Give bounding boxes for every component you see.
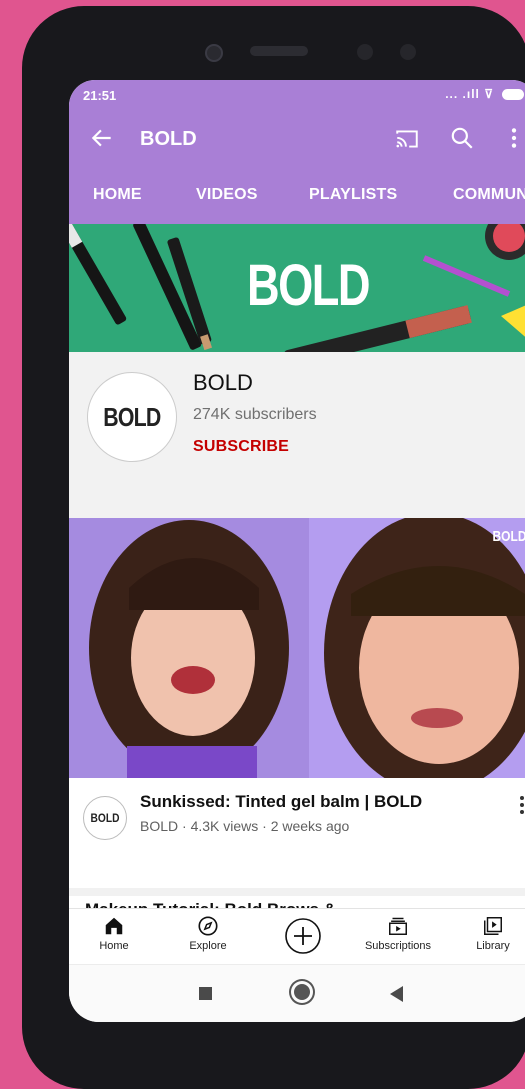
channel-name: BOLD (193, 370, 253, 395)
thumbnail-badge: BOLD (492, 528, 525, 545)
nav-subscriptions-label: Subscriptions (364, 940, 432, 952)
nav-explore[interactable]: Explore (163, 909, 253, 965)
channel-header: BOLD BOLD 274K subscribers SUBSCRIBE (69, 352, 525, 518)
battery-icon (502, 89, 524, 100)
tab-community[interactable]: COMMUN (453, 186, 525, 204)
nav-subscriptions[interactable]: Subscriptions (353, 909, 443, 965)
recents-icon[interactable] (199, 987, 212, 1000)
home-button-icon[interactable] (294, 984, 310, 1000)
channel-banner: BOLD (69, 224, 525, 352)
earpiece (250, 46, 308, 56)
more-vert-icon[interactable] (501, 125, 525, 151)
tab-playlists[interactable]: PLAYLISTS (309, 186, 397, 204)
status-time: 21:51 (83, 88, 117, 103)
banner-logo-text: BOLD (247, 253, 370, 318)
library-icon (484, 917, 502, 935)
avatar-logo-text: BOLD (103, 401, 161, 432)
phone-frame: 21:51 ... .ıll ⊽ BOLD HOME VIDEOS PLAYLI… (22, 6, 525, 1089)
video-title[interactable]: Sunkissed: Tinted gel balm | BOLD (140, 792, 422, 812)
nav-library[interactable]: Library (448, 909, 525, 965)
nav-home-label: Home (99, 940, 129, 952)
channel-avatar[interactable]: BOLD (87, 372, 177, 462)
video-channel-avatar[interactable]: BOLD (83, 796, 127, 840)
app-bar: BOLD (69, 112, 525, 170)
front-camera (205, 44, 223, 62)
channel-tabs: HOME VIDEOS PLAYLISTS COMMUN (69, 178, 525, 218)
thumbnail-image (69, 518, 525, 778)
status-bar: 21:51 ... .ıll ⊽ (69, 80, 525, 112)
subscriptions-icon (389, 917, 407, 935)
video-info[interactable]: BOLD Sunkissed: Tinted gel balm | BOLD B… (69, 778, 525, 888)
subscribe-button[interactable]: SUBSCRIBE (193, 438, 289, 456)
nav-create[interactable] (258, 909, 348, 965)
subscriber-count: 274K subscribers (193, 406, 317, 423)
compass-icon (198, 916, 218, 936)
home-icon (105, 917, 123, 935)
sensor-2 (400, 44, 416, 60)
screen: 21:51 ... .ıll ⊽ BOLD HOME VIDEOS PLAYLI… (69, 80, 525, 1022)
create-icon (285, 918, 321, 954)
sensor-1 (357, 44, 373, 60)
search-icon[interactable] (449, 125, 475, 151)
video-avatar-text: BOLD (90, 811, 120, 825)
back-arrow-icon[interactable] (89, 125, 115, 151)
section-divider (69, 888, 525, 896)
channel-title: BOLD (140, 128, 197, 150)
cast-icon[interactable] (394, 126, 420, 152)
top-bar: 21:51 ... .ıll ⊽ BOLD HOME VIDEOS PLAYLI… (69, 80, 525, 224)
nav-home[interactable]: Home (69, 909, 159, 965)
signal-wifi-icons: ... .ıll ⊽ (445, 87, 494, 101)
nav-library-label: Library (476, 940, 510, 952)
tab-videos[interactable]: VIDEOS (196, 186, 258, 204)
video-thumbnail[interactable]: BOLD (69, 518, 525, 778)
back-triangle-icon[interactable] (390, 986, 403, 1002)
nav-explore-label: Explore (189, 940, 227, 952)
system-navigation-bar (69, 964, 525, 1022)
bottom-navigation: Home Explore Subscriptions Library (69, 908, 525, 965)
tab-home[interactable]: HOME (93, 186, 142, 204)
video-more-icon[interactable] (515, 792, 525, 818)
video-meta: BOLD · 4.3K views · 2 weeks ago (140, 818, 350, 834)
